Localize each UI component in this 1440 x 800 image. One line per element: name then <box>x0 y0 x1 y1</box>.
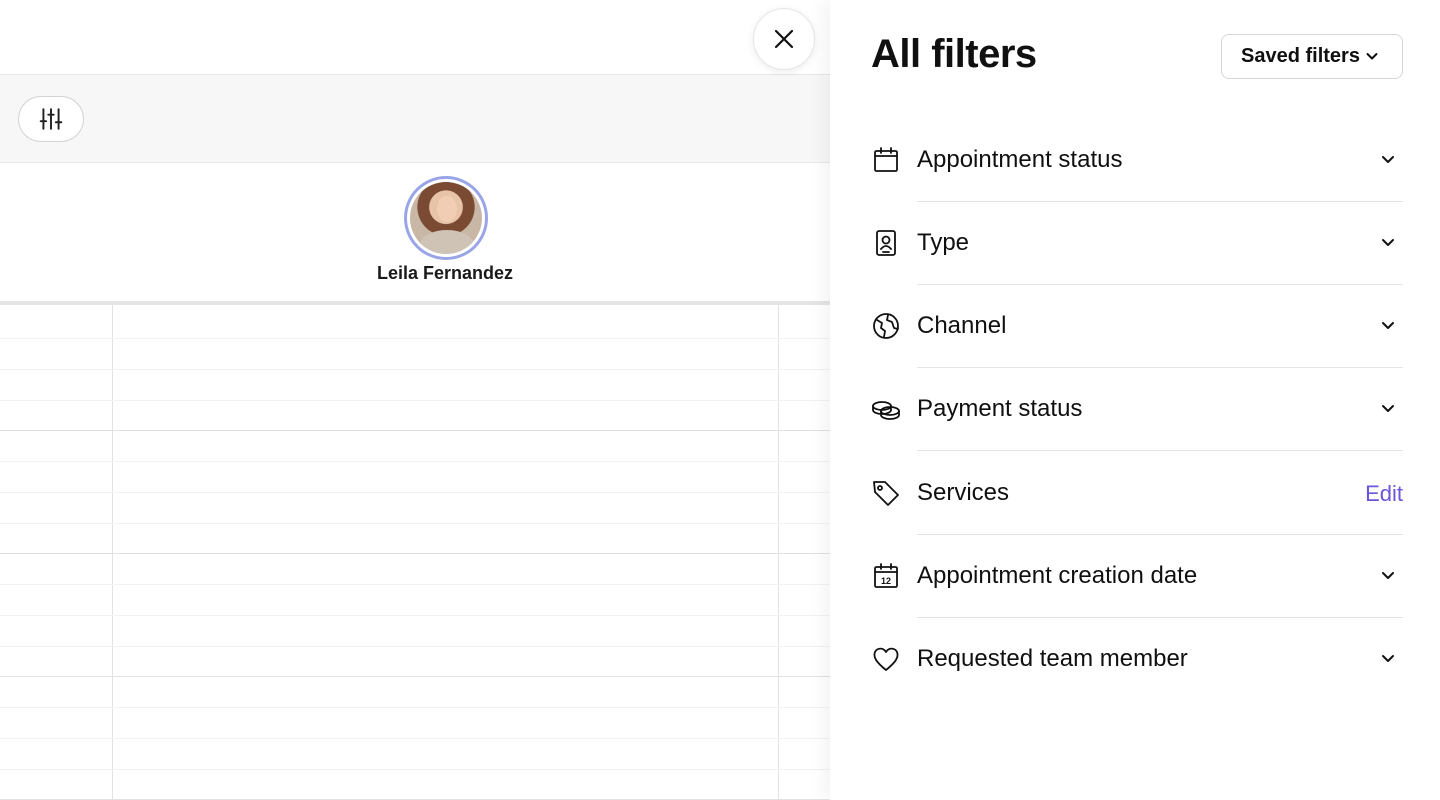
filter-label: Requested team member <box>917 645 1188 672</box>
calendar-date-icon: 12 <box>874 563 898 588</box>
chevron-down-icon[interactable] <box>1378 398 1398 418</box>
chevron-down-icon[interactable] <box>1378 232 1398 252</box>
coins-icon <box>872 401 900 420</box>
calendar-grid[interactable] <box>0 305 830 800</box>
chevron-down-icon[interactable] <box>1378 648 1398 668</box>
filter-channel[interactable]: Channel <box>830 285 1440 368</box>
saved-filters-dropdown[interactable]: Saved filters <box>1221 34 1403 79</box>
filters-panel: All filters Saved filters Appointment st… <box>830 0 1440 800</box>
staff-name: Leila Fernandez <box>376 263 514 283</box>
chevron-down-icon <box>1366 53 1378 60</box>
filter-label: Type <box>917 229 970 256</box>
calendar-toolbar <box>0 75 830 163</box>
close-button[interactable] <box>753 8 815 70</box>
filter-services[interactable]: Services Edit <box>830 452 1440 535</box>
sliders-icon <box>39 108 63 130</box>
panel-title: All filters <box>871 32 1037 76</box>
filter-appointment-creation-date[interactable]: 12 Appointment creation date <box>830 535 1440 618</box>
filter-label: Payment status <box>917 395 1083 422</box>
avatar-photo <box>410 182 482 254</box>
filter-label: Services <box>917 479 1010 506</box>
filter-appointment-status[interactable]: Appointment status <box>830 119 1440 202</box>
chevron-down-icon[interactable] <box>1378 565 1398 585</box>
filter-payment-status[interactable]: Payment status <box>830 368 1440 451</box>
calendar-top-bar <box>0 0 830 75</box>
filter-requested-team-member[interactable]: Requested team member <box>830 618 1440 701</box>
svg-text:12: 12 <box>881 576 891 586</box>
filter-label: Channel <box>917 312 1007 339</box>
chevron-down-icon[interactable] <box>1378 149 1398 169</box>
saved-filters-label: Saved filters <box>1241 45 1360 67</box>
heart-icon <box>873 647 899 671</box>
calendar-icon <box>874 147 898 172</box>
calendar-background: Leila Fernandez <box>0 0 830 800</box>
services-edit-link[interactable]: Edit <box>1365 481 1403 507</box>
avatar[interactable] <box>404 176 488 260</box>
filter-label: Appointment status <box>917 146 1123 173</box>
close-icon <box>774 29 794 49</box>
chevron-down-icon[interactable] <box>1378 315 1398 335</box>
tag-icon <box>873 481 899 506</box>
filter-type[interactable]: Type <box>830 202 1440 285</box>
globe-icon <box>873 313 899 339</box>
filter-label: Appointment creation date <box>917 562 1198 589</box>
filter-toggle-button[interactable] <box>18 96 84 142</box>
id-badge-icon <box>876 230 896 256</box>
staff-column-header: Leila Fernandez <box>0 163 830 305</box>
